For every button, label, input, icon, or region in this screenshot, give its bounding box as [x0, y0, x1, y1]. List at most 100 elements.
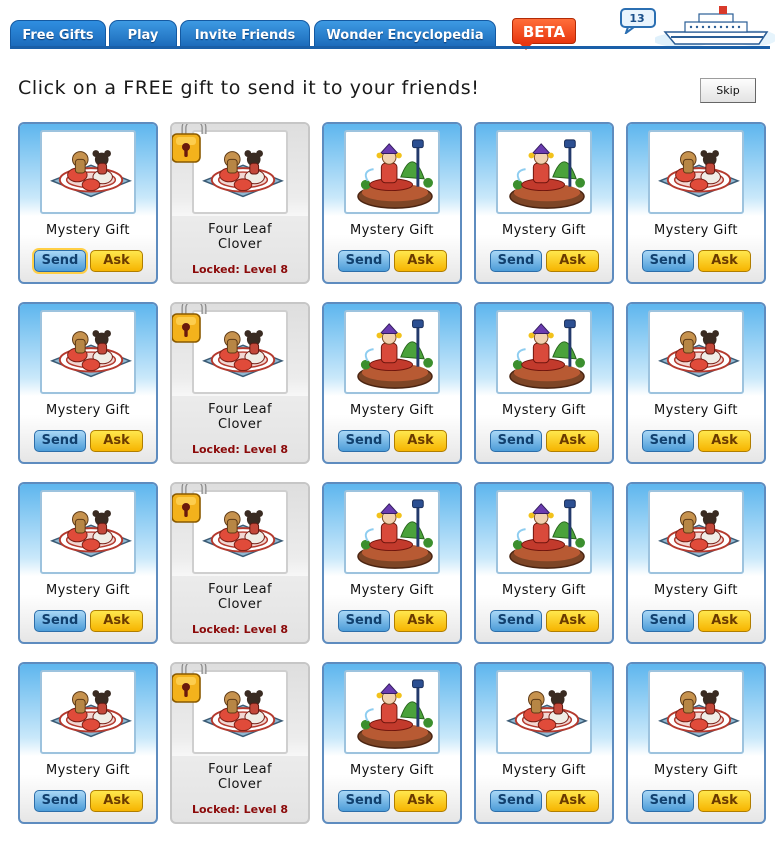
gift-name-line: Four Leaf — [208, 222, 272, 237]
gift-card[interactable]: Mystery Gift Send Ask — [322, 482, 462, 644]
ask-button[interactable]: Ask — [90, 430, 143, 452]
gift-card[interactable]: Mystery Gift Send Ask — [474, 302, 614, 464]
gift-card[interactable]: Mystery Gift Send Ask — [626, 482, 766, 644]
gift-card[interactable]: Mystery Gift Send Ask — [322, 302, 462, 464]
gift-thumbnail[interactable] — [40, 670, 136, 754]
teacup-ride-icon — [203, 689, 283, 738]
gift-thumbnail[interactable] — [40, 130, 136, 214]
gift-thumbnail[interactable] — [344, 310, 440, 394]
message-count: 13 — [629, 12, 645, 25]
teacup-ride-icon — [51, 689, 131, 738]
ask-button[interactable]: Ask — [394, 430, 447, 452]
gift-name: Mystery Gift — [46, 403, 130, 418]
padlock-icon — [170, 482, 210, 526]
gift-name: Mystery Gift — [350, 403, 434, 418]
jester-fountain-icon — [357, 318, 434, 390]
gift-thumbnail[interactable] — [496, 130, 592, 214]
send-button[interactable]: Send — [490, 610, 542, 632]
send-button[interactable]: Send — [642, 610, 694, 632]
send-button[interactable]: Send — [34, 790, 86, 812]
teacup-ride-icon — [51, 149, 131, 198]
gift-card[interactable]: Mystery Gift Send Ask — [626, 302, 766, 464]
ask-button[interactable]: Ask — [546, 250, 599, 272]
teacup-ride-icon — [203, 509, 283, 558]
gift-card-locked[interactable]: Four Leaf Clover Locked: Level 8 — [170, 662, 310, 824]
gift-thumbnail[interactable] — [648, 130, 744, 214]
gift-thumbnail[interactable] — [496, 490, 592, 574]
gift-thumbnail[interactable] — [344, 130, 440, 214]
gift-card[interactable]: Mystery Gift Send Ask — [322, 662, 462, 824]
tab-invite-friends[interactable]: Invite Friends — [180, 20, 310, 48]
ask-button[interactable]: Ask — [698, 790, 751, 812]
gift-card[interactable]: Mystery Gift Send Ask — [18, 302, 158, 464]
send-button[interactable]: Send — [338, 430, 390, 452]
gift-thumbnail[interactable] — [496, 310, 592, 394]
ask-button[interactable]: Ask — [394, 610, 447, 632]
gift-thumbnail[interactable] — [648, 310, 744, 394]
teacup-ride-icon — [203, 149, 283, 198]
send-button[interactable]: Send — [490, 430, 542, 452]
gift-card-locked[interactable]: Four Leaf Clover Locked: Level 8 — [170, 482, 310, 644]
gift-thumbnail[interactable] — [40, 310, 136, 394]
gift-card[interactable]: Mystery Gift Send Ask — [18, 482, 158, 644]
tab-play[interactable]: Play — [109, 20, 177, 48]
gift-name: Mystery Gift — [654, 583, 738, 598]
ask-button[interactable]: Ask — [394, 790, 447, 812]
gift-card[interactable]: Mystery Gift Send Ask — [474, 482, 614, 644]
gift-name: Four Leaf Clover — [172, 222, 308, 252]
send-button[interactable]: Send — [34, 430, 86, 452]
jester-fountain-icon — [509, 318, 586, 390]
locked-level-text: Locked: Level 8 — [191, 803, 289, 816]
ask-button[interactable]: Ask — [698, 610, 751, 632]
gift-card[interactable]: Mystery Gift Send Ask — [626, 122, 766, 284]
gift-card[interactable]: Mystery Gift Send Ask — [626, 662, 766, 824]
send-button[interactable]: Send — [34, 610, 86, 632]
ask-button[interactable]: Ask — [394, 250, 447, 272]
gift-name: Mystery Gift — [502, 583, 586, 598]
ask-button[interactable]: Ask — [90, 250, 143, 272]
send-button[interactable]: Send — [34, 250, 86, 272]
gift-thumbnail[interactable] — [344, 490, 440, 574]
top-navigation: Free Gifts Play Invite Friends Wonder En… — [0, 0, 780, 52]
ask-button[interactable]: Ask — [698, 430, 751, 452]
gift-name: Mystery Gift — [46, 763, 130, 778]
gift-card[interactable]: Mystery Gift Send Ask — [322, 122, 462, 284]
ask-button[interactable]: Ask — [546, 790, 599, 812]
gift-card[interactable]: Mystery Gift Send Ask — [474, 122, 614, 284]
gift-name: Mystery Gift — [46, 223, 130, 238]
gift-card[interactable]: Mystery Gift Send Ask — [18, 662, 158, 824]
jester-fountain-icon — [357, 498, 434, 570]
tab-wonder-encyclopedia[interactable]: Wonder Encyclopedia — [314, 20, 496, 48]
gift-thumbnail[interactable] — [496, 670, 592, 754]
gift-thumbnail[interactable] — [648, 490, 744, 574]
send-button[interactable]: Send — [490, 790, 542, 812]
gift-name-line: Four Leaf — [208, 582, 272, 597]
gift-thumbnail[interactable] — [344, 670, 440, 754]
gift-thumbnail[interactable] — [40, 490, 136, 574]
gift-thumbnail[interactable] — [648, 670, 744, 754]
page-instruction: Click on a FREE gift to send it to your … — [18, 77, 480, 99]
gift-card[interactable]: Mystery Gift Send Ask — [18, 122, 158, 284]
tab-free-gifts[interactable]: Free Gifts — [10, 20, 106, 48]
send-button[interactable]: Send — [338, 610, 390, 632]
ask-button[interactable]: Ask — [90, 610, 143, 632]
send-button[interactable]: Send — [642, 250, 694, 272]
gift-name: Mystery Gift — [350, 583, 434, 598]
locked-level-text: Locked: Level 8 — [191, 623, 289, 636]
send-button[interactable]: Send — [642, 790, 694, 812]
ask-button[interactable]: Ask — [546, 430, 599, 452]
send-button[interactable]: Send — [338, 790, 390, 812]
ask-button[interactable]: Ask — [698, 250, 751, 272]
gift-card[interactable]: Mystery Gift Send Ask — [474, 662, 614, 824]
skip-button[interactable]: Skip — [700, 78, 756, 103]
gift-card-locked[interactable]: Four Leaf Clover Locked: Level 8 — [170, 122, 310, 284]
send-button[interactable]: Send — [642, 430, 694, 452]
send-button[interactable]: Send — [490, 250, 542, 272]
send-button[interactable]: Send — [338, 250, 390, 272]
teacup-ride-icon — [51, 329, 131, 378]
ask-button[interactable]: Ask — [90, 790, 143, 812]
ask-button[interactable]: Ask — [546, 610, 599, 632]
gift-card-locked[interactable]: Four Leaf Clover Locked: Level 8 — [170, 302, 310, 464]
padlock-icon — [170, 302, 210, 346]
jester-fountain-icon — [357, 138, 434, 210]
